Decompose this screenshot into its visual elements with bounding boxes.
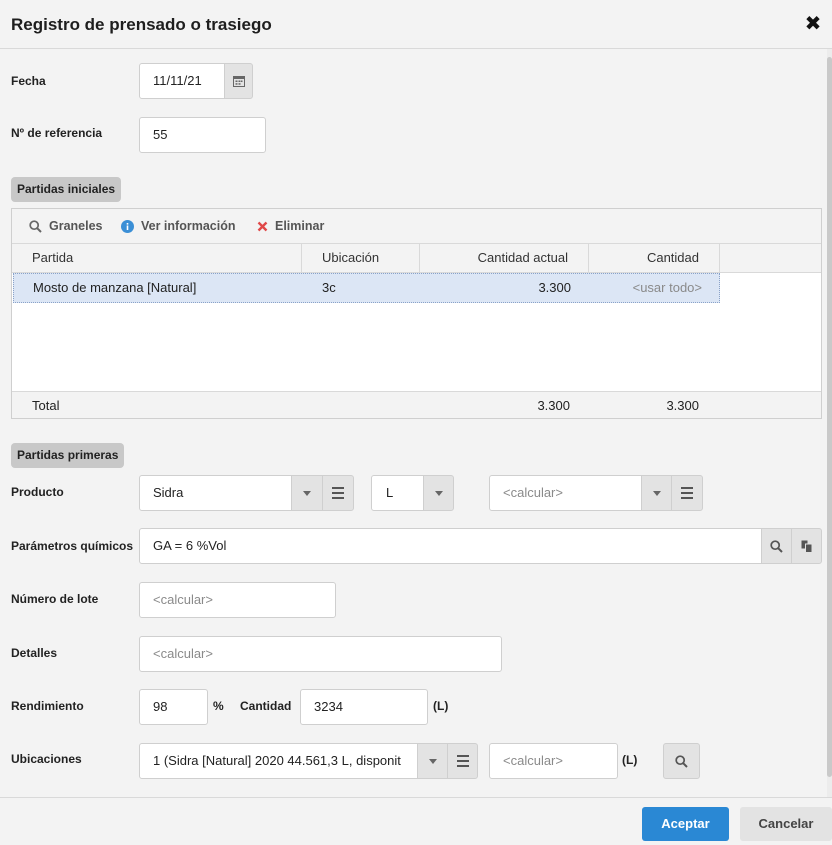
rendimiento-input[interactable]: 98 [139,689,208,725]
ubicaciones-unit: (L) [622,753,638,767]
cancelar-button[interactable]: Cancelar [740,807,832,841]
producto-extra-dropdown-button[interactable] [641,475,672,511]
eliminar-label: Eliminar [275,219,325,233]
cantidad-unit: (L) [433,699,449,713]
vertical-scrollbar[interactable] [827,49,832,797]
dialog-header: Registro de prensado o trasiego ✖ [0,0,832,49]
total-label: Total [32,398,60,413]
cell-cantidad-actual: 3.300 [538,280,571,295]
aceptar-button[interactable]: Aceptar [642,807,729,841]
parametros-copy-button[interactable] [791,528,822,564]
ubicaciones-select[interactable]: 1 (Sidra [Natural] 2020 44.561,3 L, disp… [139,743,418,779]
detalles-input[interactable]: <calcular> [139,636,502,672]
producto-extra-select[interactable]: <calcular> [489,475,642,511]
calendar-button[interactable] [224,63,253,99]
total-cantidad-actual: 3.300 [537,398,570,413]
ubicaciones-dropdown-button[interactable] [417,743,448,779]
producto-dropdown-button[interactable] [291,475,323,511]
lote-input[interactable]: <calcular> [139,582,336,618]
cantidad-label: Cantidad [240,699,292,713]
detalles-label: Detalles [11,646,58,660]
menu-icon [332,487,344,499]
chevron-down-icon [652,490,661,496]
ubicaciones-cantidad-input[interactable]: <calcular> [489,743,618,779]
ubicaciones-list-button[interactable] [447,743,478,779]
unidad-dropdown-button[interactable] [423,475,454,511]
partidas-iniciales-heading: Partidas iniciales [11,177,122,202]
menu-icon [681,487,693,499]
producto-list-button[interactable] [322,475,354,511]
scrollbar-thumb[interactable] [827,57,832,777]
search-icon [29,219,42,233]
column-cantidad[interactable]: Cantidad [589,244,720,273]
ubicaciones-search-button[interactable] [663,743,700,779]
fecha-input[interactable]: 11/11/21 [139,63,225,99]
search-icon [675,754,688,768]
ver-informacion-button[interactable]: Ver información [121,219,235,233]
rendimiento-label: Rendimiento [11,699,84,713]
partidas-iniciales-grid: Graneles Ver información Eliminar Partid… [11,208,822,419]
grid-toolbar: Graneles Ver información Eliminar [12,209,821,244]
graneles-button[interactable]: Graneles [29,219,103,233]
referencia-input[interactable]: 55 [139,117,266,153]
ubicaciones-label: Ubicaciones [11,752,82,766]
parametros-search-button[interactable] [761,528,792,564]
graneles-label: Graneles [49,219,103,233]
copy-icon [801,540,812,553]
producto-label: Producto [11,485,64,499]
referencia-label: Nº de referencia [11,126,103,140]
column-partida[interactable]: Partida [12,244,302,273]
parametros-label: Parámetros químicos [11,539,134,553]
ver-informacion-label: Ver información [141,219,236,233]
calendar-icon [232,76,245,87]
grid-header: Partida Ubicación Cantidad actual Cantid… [12,244,821,273]
partidas-primeras-heading: Partidas primeras [11,443,125,468]
lote-label: Número de lote [11,592,99,606]
cell-ubicacion: 3c [322,280,336,295]
chevron-down-icon [303,490,311,496]
close-icon[interactable]: ✖ [803,12,823,36]
chevron-down-icon [428,758,437,764]
column-cantidad-actual[interactable]: Cantidad actual [420,244,589,273]
unidad-select[interactable]: L [371,475,424,511]
cell-cantidad[interactable]: <usar todo> [591,274,702,302]
menu-icon [456,755,469,767]
fecha-label: Fecha [11,74,46,88]
info-icon [121,219,134,233]
delete-x-icon [257,221,268,231]
column-ubicacion[interactable]: Ubicación [302,244,420,273]
footer-divider [0,797,832,798]
cell-partida: Mosto de manzana [Natural] [33,280,197,295]
chevron-down-icon [434,490,443,496]
dialog-title: Registro de prensado o trasiego [11,15,272,34]
rendimiento-unit: % [213,699,224,713]
table-row[interactable]: Mosto de manzana [Natural] 3c 3.300 <usa… [13,273,720,303]
cantidad-input[interactable]: 3234 [300,689,428,725]
total-cantidad: 3.300 [666,398,699,413]
eliminar-button[interactable]: Eliminar [257,219,324,233]
producto-extra-list-button[interactable] [671,475,703,511]
producto-select[interactable]: Sidra [139,475,292,511]
grid-footer: Total 3.300 3.300 [12,391,821,418]
parametros-input[interactable]: GA = 6 %Vol [139,528,762,564]
search-icon [770,539,783,553]
